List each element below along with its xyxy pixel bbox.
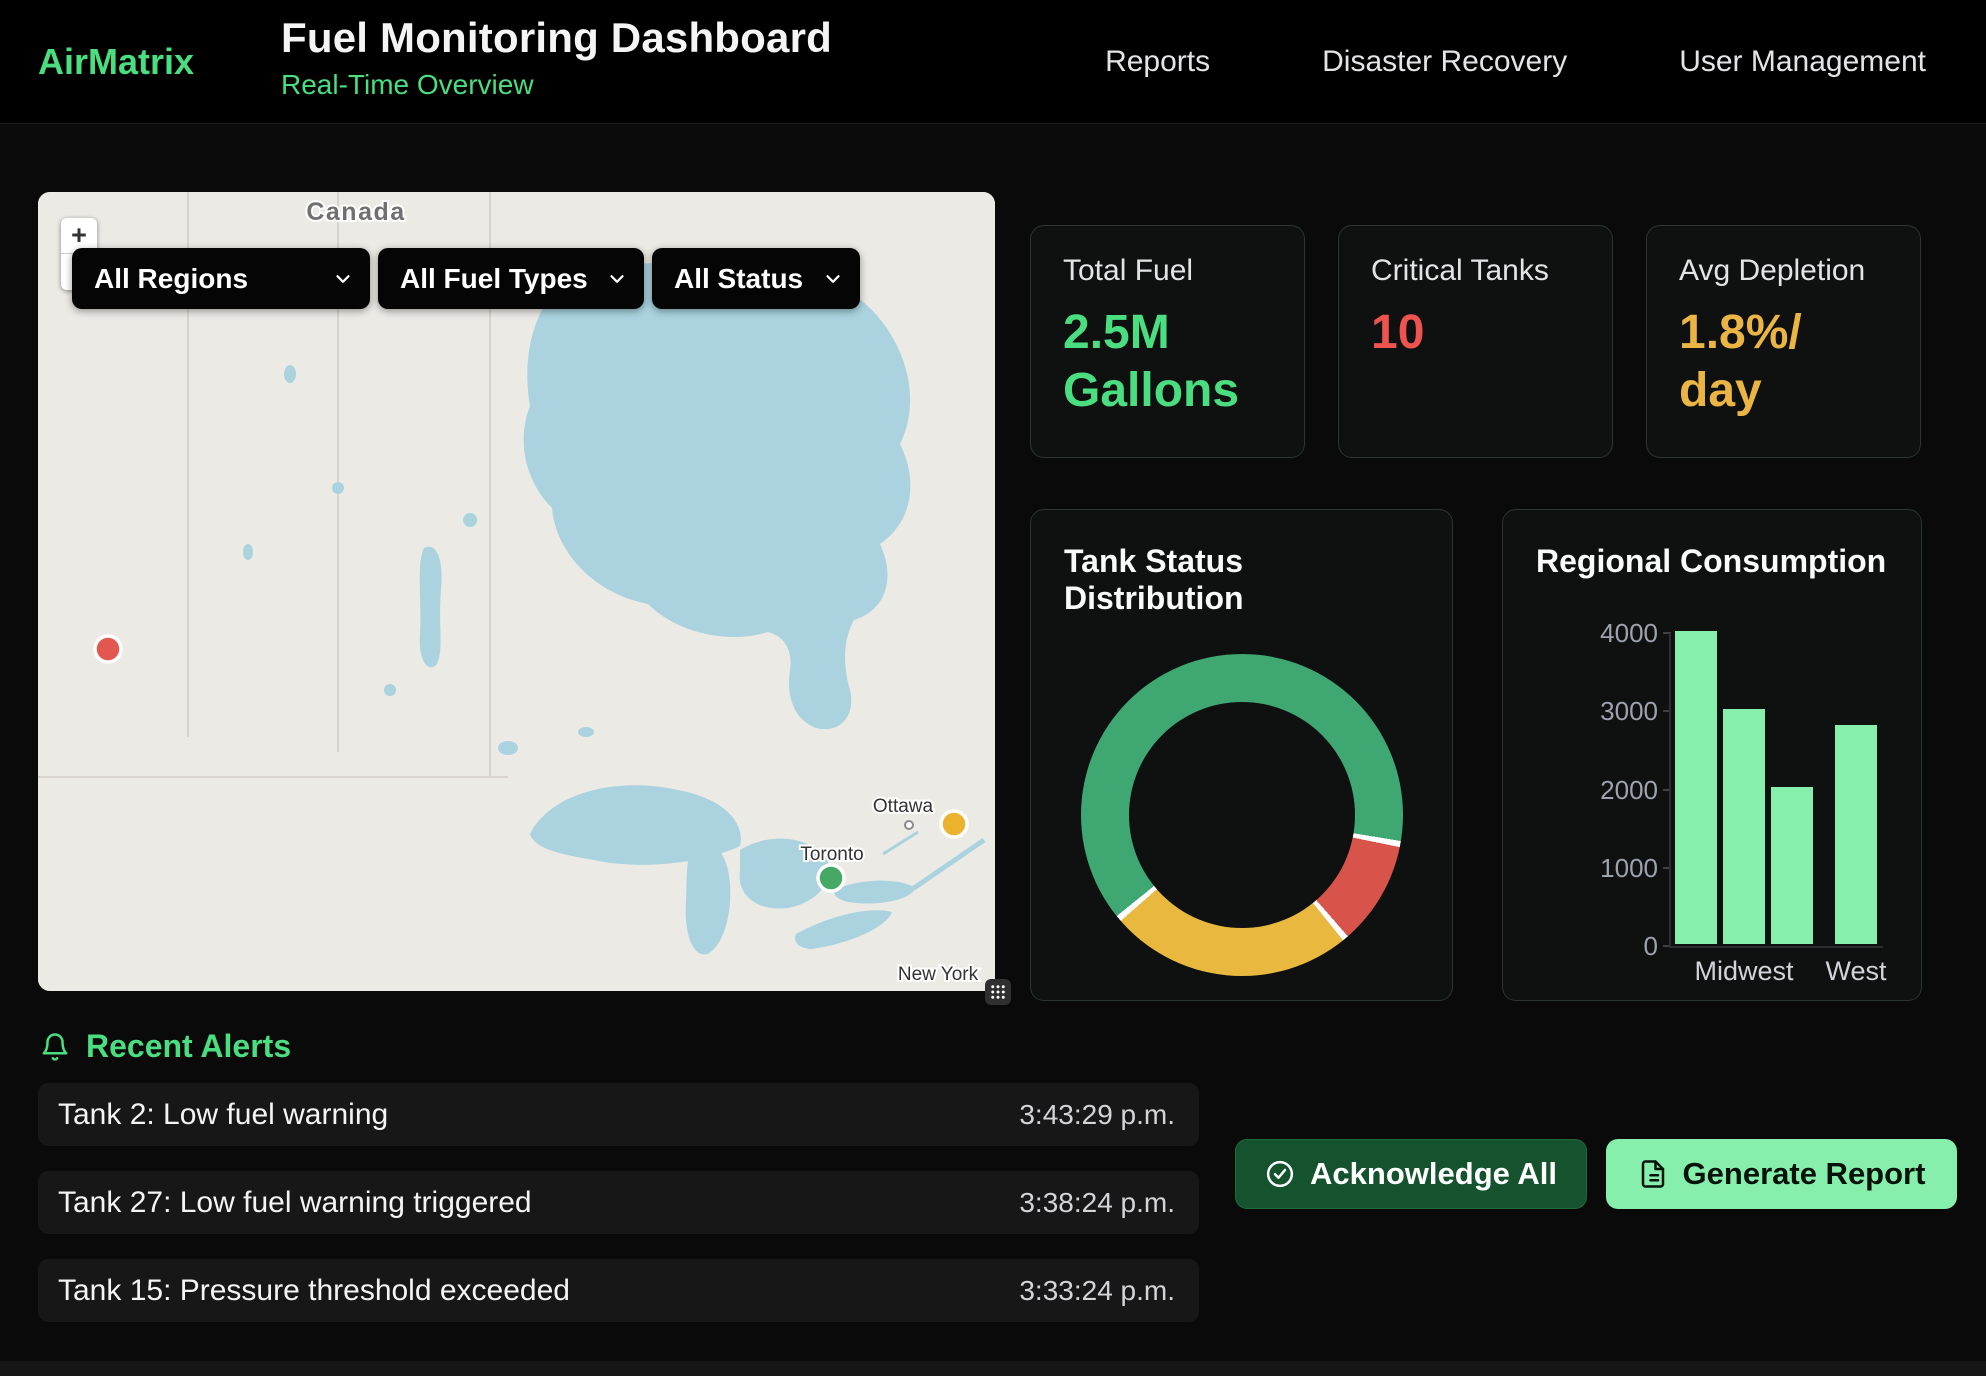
nav-item-disaster-recovery[interactable]: Disaster Recovery — [1322, 45, 1567, 79]
region-filter-value: All Regions — [94, 263, 248, 295]
bar-chart-yaxis-line — [1669, 633, 1671, 948]
bar-chart-bars — [1675, 631, 1877, 944]
alert-message: Tank 2: Low fuel warning — [58, 1098, 388, 1132]
map-resize-handle-icon[interactable] — [985, 979, 1011, 1005]
chevron-down-icon — [332, 268, 354, 290]
alert-time: 3:33:24 p.m. — [1019, 1275, 1175, 1307]
page-subtitle: Real-Time Overview — [281, 69, 832, 101]
bar-chart-xaxis-line — [1669, 946, 1883, 948]
alerts-title: Recent Alerts — [86, 1028, 291, 1065]
check-circle-icon — [1265, 1159, 1295, 1189]
y-axis-tick-label: 4000 — [1600, 618, 1658, 648]
bar-chart-yaxis: 4000 3000 2000 1000 0 — [1543, 618, 1658, 961]
generate-report-button[interactable]: Generate Report — [1606, 1139, 1957, 1209]
y-axis-tick-label: 0 — [1644, 931, 1658, 961]
alert-row[interactable]: Tank 27: Low fuel warning triggered 3:38… — [38, 1171, 1199, 1234]
stat-value: 2.5M Gallons — [1063, 304, 1272, 419]
tank-status-card: Tank Status Distribution — [1030, 509, 1453, 1001]
alerts-heading: Recent Alerts — [40, 1028, 291, 1065]
fuel-type-filter-select[interactable]: All Fuel Types — [378, 248, 644, 309]
bar — [1723, 709, 1765, 944]
y-axis-tick-label: 3000 — [1600, 696, 1658, 726]
alert-time: 3:43:29 p.m. — [1019, 1099, 1175, 1131]
status-filter-value: All Status — [674, 263, 803, 295]
map-panel: Canada Ottawa Toronto New York + − All R… — [38, 192, 995, 991]
map-label-toronto: Toronto — [800, 844, 863, 865]
stat-card-critical-tanks: Critical Tanks 10 — [1338, 225, 1613, 458]
regional-consumption-card: Regional Consumption 4000 3000 2000 1000 0 M… — [1502, 509, 1922, 1001]
app-root: AirMatrix Fuel Monitoring Dashboard Real… — [0, 0, 1986, 1376]
region-filter-select[interactable]: All Regions — [72, 248, 370, 309]
chevron-down-icon — [606, 268, 628, 290]
donut-hole — [1129, 702, 1355, 928]
stats-row: Total Fuel 2.5M Gallons Critical Tanks 1… — [1030, 225, 1921, 458]
alert-message: Tank 15: Pressure threshold exceeded — [58, 1274, 570, 1308]
title-block: Fuel Monitoring Dashboard Real-Time Over… — [281, 14, 832, 101]
document-icon — [1638, 1159, 1668, 1189]
stat-label: Critical Tanks — [1371, 254, 1580, 288]
alert-time: 3:38:24 p.m. — [1019, 1187, 1175, 1219]
grid-dots-icon — [989, 983, 1007, 1001]
map-marker-normal[interactable] — [818, 865, 844, 891]
bar — [1771, 787, 1813, 944]
map-marker-warning[interactable] — [941, 811, 967, 837]
stat-label: Avg Depletion — [1679, 254, 1888, 288]
nav-item-reports[interactable]: Reports — [1105, 45, 1210, 79]
map-label-canada: Canada — [306, 198, 405, 226]
bar — [1835, 725, 1877, 944]
alert-message: Tank 27: Low fuel warning triggered — [58, 1186, 532, 1220]
chevron-down-icon — [822, 268, 844, 290]
bar-category-label: West — [1835, 956, 1877, 987]
y-axis-tick-label: 1000 — [1600, 853, 1658, 883]
fuel-type-filter-value: All Fuel Types — [400, 263, 588, 295]
bell-icon — [40, 1032, 70, 1062]
bar — [1675, 631, 1717, 944]
stat-card-total-fuel: Total Fuel 2.5M Gallons — [1030, 225, 1305, 458]
alert-row[interactable]: Tank 15: Pressure threshold exceeded 3:3… — [38, 1259, 1199, 1322]
map-canvas[interactable]: Canada Ottawa Toronto New York — [38, 192, 995, 991]
alert-row[interactable]: Tank 2: Low fuel warning 3:43:29 p.m. — [38, 1083, 1199, 1146]
stat-value: 1.8%/ day — [1679, 304, 1888, 419]
nav-item-user-management[interactable]: User Management — [1679, 45, 1926, 79]
acknowledge-all-button[interactable]: Acknowledge All — [1235, 1139, 1587, 1209]
stat-value: 10 — [1371, 304, 1580, 362]
y-axis-tick-label: 2000 — [1600, 775, 1658, 805]
regional-consumption-title: Regional Consumption — [1536, 543, 1888, 580]
status-filter-select[interactable]: All Status — [652, 248, 860, 309]
map-label-new-york: New York — [898, 964, 979, 985]
city-dot-ottawa — [905, 821, 913, 829]
bar-category-label: Midwest — [1723, 956, 1765, 987]
main-nav: Reports Disaster Recovery User Managemen… — [1105, 45, 1926, 79]
tank-status-title: Tank Status Distribution — [1064, 543, 1419, 617]
page-title: Fuel Monitoring Dashboard — [281, 14, 832, 62]
bar-category-label — [1771, 956, 1813, 987]
acknowledge-all-label: Acknowledge All — [1310, 1156, 1557, 1192]
alert-list: Tank 2: Low fuel warning 3:43:29 p.m. Ta… — [38, 1083, 1199, 1322]
map-marker-critical[interactable] — [95, 636, 121, 662]
map-filters: All Regions All Fuel Types All Status — [72, 248, 860, 309]
brand-logo: AirMatrix — [38, 41, 194, 83]
map-label-ottawa: Ottawa — [873, 796, 934, 817]
header: AirMatrix Fuel Monitoring Dashboard Real… — [0, 0, 1986, 124]
footer-bar — [0, 1361, 1986, 1376]
bar-chart-categories: Midwest West — [1675, 956, 1877, 987]
stat-card-avg-depletion: Avg Depletion 1.8%/ day — [1646, 225, 1921, 458]
stat-label: Total Fuel — [1063, 254, 1272, 288]
donut-chart — [1081, 654, 1403, 976]
generate-report-label: Generate Report — [1683, 1156, 1926, 1192]
